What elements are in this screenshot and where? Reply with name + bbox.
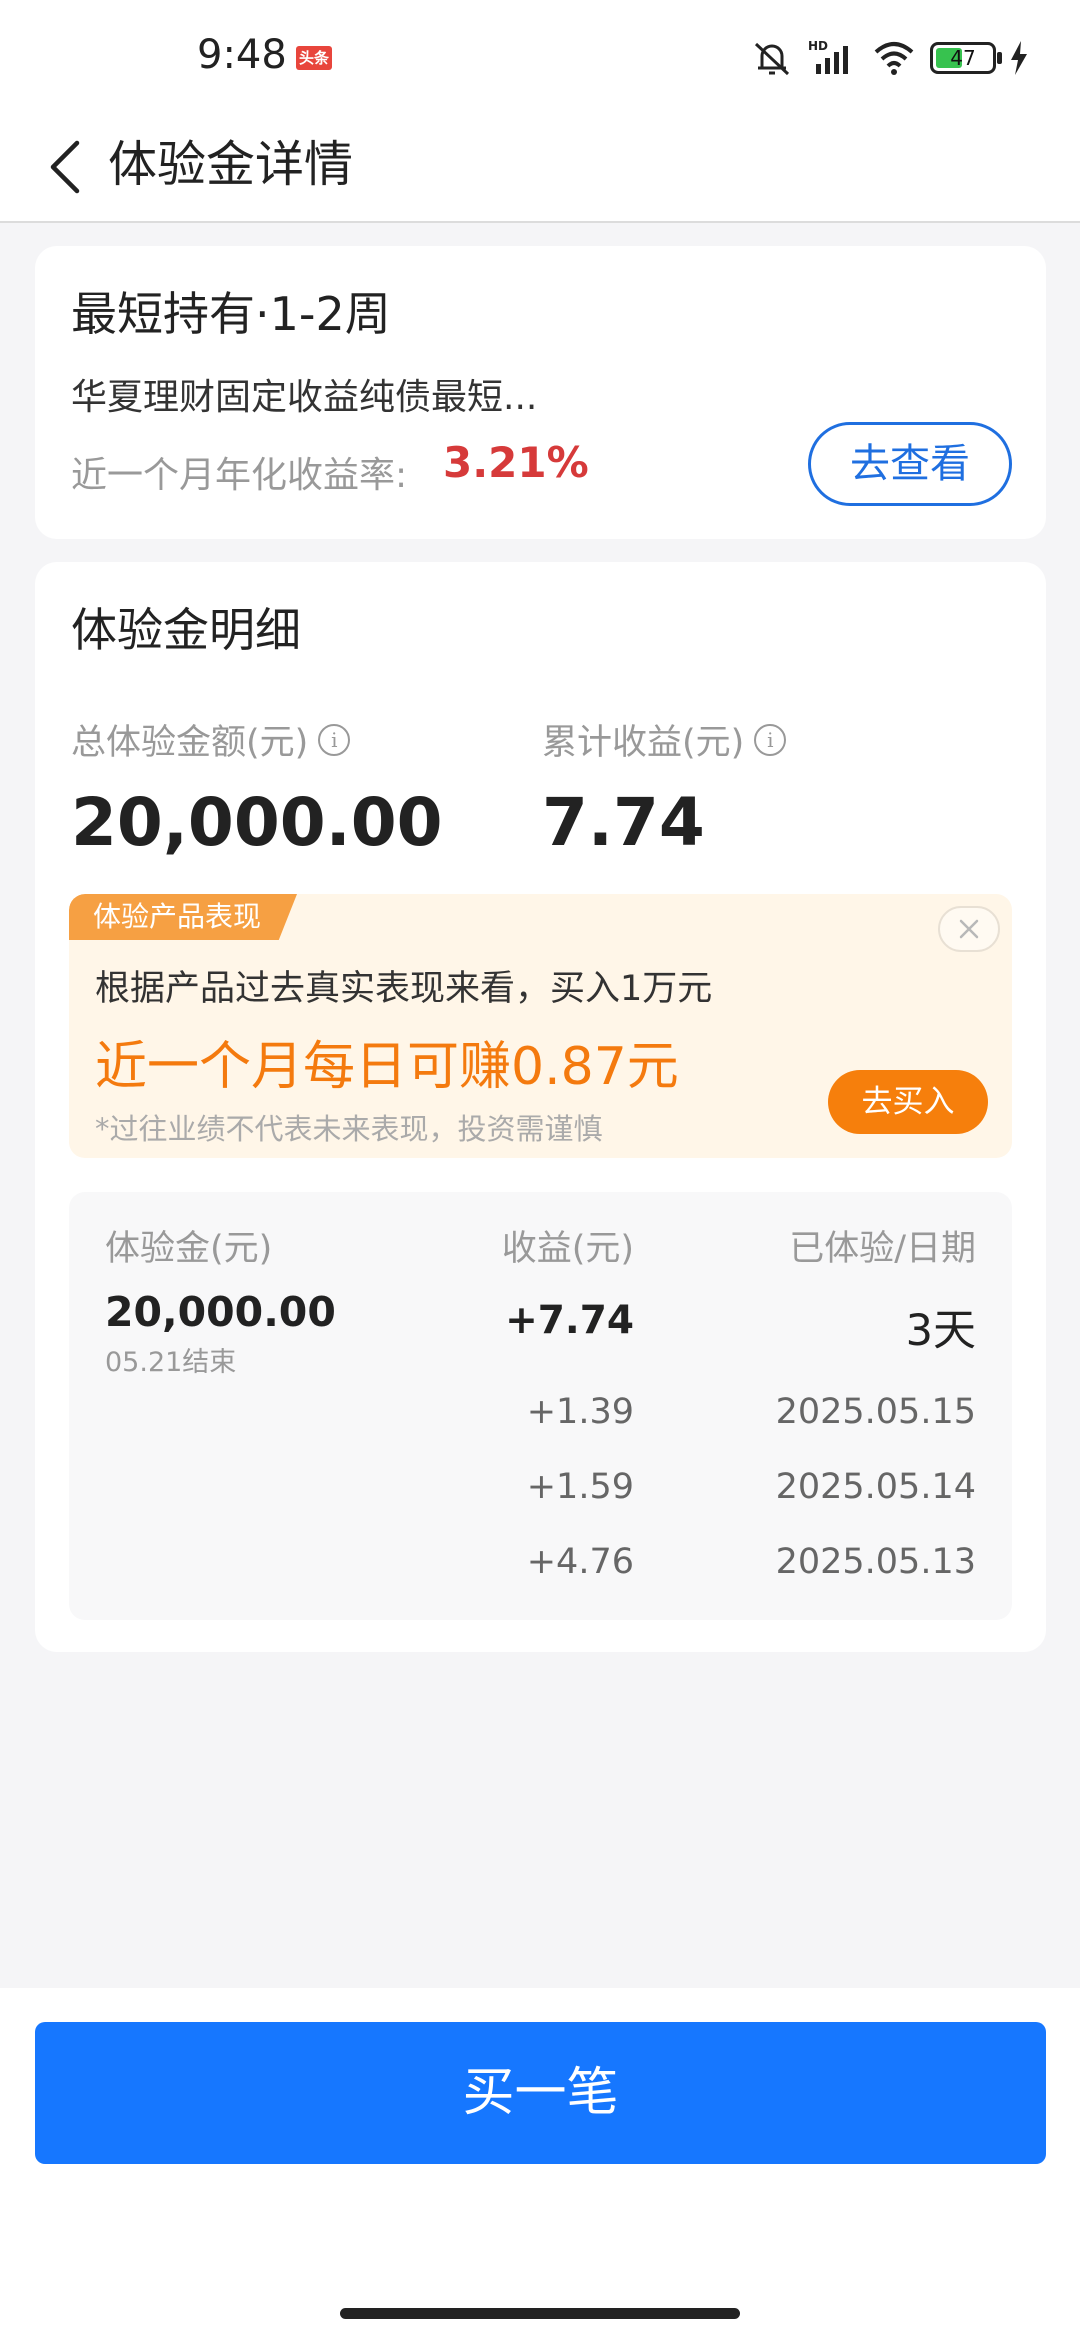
rate-value: 3.21%: [443, 438, 589, 487]
column-header-amount: 体验金(元): [105, 1229, 273, 1269]
back-button[interactable]: [30, 132, 100, 202]
total-amount-label-text: 总体验金额(元): [71, 723, 309, 763]
rate-label: 近一个月年化收益率:: [71, 455, 408, 496]
info-icon[interactable]: i: [318, 723, 351, 756]
detail-card: 体验金明细 总体验金额(元) i 20,000.00 累计收益(元) i 7.7…: [35, 562, 1046, 1652]
close-icon: [959, 919, 979, 939]
status-bar: 9:48 头条 HD 47: [0, 0, 1080, 115]
chevron-left-icon: [50, 140, 80, 194]
promo-banner: 体验产品表现 根据产品过去真实表现来看，买入1万元 近一个月每日可赚0.87元 …: [69, 894, 1012, 1158]
wifi-icon: [874, 42, 914, 75]
experience-amount: 20,000.00: [105, 1288, 336, 1336]
home-indicator[interactable]: [340, 2308, 740, 2319]
cumulative-income-value: 7.74: [542, 784, 705, 861]
detail-table: 体验金(元) 收益(元) 已体验/日期 20,000.00 05.21结束 +7…: [69, 1192, 1012, 1620]
promo-tag: 体验产品表现: [69, 894, 298, 940]
total-amount-value: 20,000.00: [71, 784, 443, 861]
table-row-income: +1.59: [526, 1467, 634, 1507]
go-buy-button[interactable]: 去买入: [828, 1070, 988, 1134]
table-row-date: 2025.05.13: [775, 1542, 976, 1582]
status-time: 9:48: [197, 32, 287, 78]
total-amount-label: 总体验金额(元) i: [71, 714, 351, 765]
cumulative-income-label-text: 累计收益(元): [542, 723, 745, 763]
info-icon[interactable]: i: [754, 723, 787, 756]
charging-icon: [1011, 41, 1027, 75]
nav-bar: 体验金详情: [0, 115, 1080, 223]
battery-level: 47: [950, 46, 976, 70]
toutiao-badge-icon: 头条: [296, 46, 332, 70]
cumulative-income-label: 累计收益(元) i: [542, 714, 787, 765]
product-title: 最短持有·1-2周: [71, 287, 391, 341]
battery-icon: 47: [930, 42, 1002, 74]
page-title: 体验金详情: [108, 136, 354, 193]
promo-highlight: 近一个月每日可赚0.87元: [95, 1037, 679, 1097]
buy-button[interactable]: 买一笔: [35, 2022, 1046, 2164]
svg-text:HD: HD: [808, 39, 828, 53]
product-name: 华夏理财固定收益纯债最短...: [71, 377, 538, 418]
end-date: 05.21结束: [105, 1347, 237, 1378]
close-button[interactable]: [938, 906, 1000, 952]
table-row-income: +1.39: [526, 1392, 634, 1432]
detail-title: 体验金明细: [71, 603, 301, 657]
signal-icon: HD: [808, 39, 848, 74]
view-product-button[interactable]: 去查看: [808, 422, 1012, 506]
days-experienced: 3天: [905, 1306, 976, 1356]
promo-description: 根据产品过去真实表现来看，买入1万元: [95, 969, 713, 1009]
table-row-income: +4.76: [526, 1542, 634, 1582]
table-row-date: 2025.05.14: [775, 1467, 976, 1507]
product-card: 最短持有·1-2周 华夏理财固定收益纯债最短... 近一个月年化收益率: 3.2…: [35, 246, 1046, 539]
column-header-date: 已体验/日期: [789, 1229, 976, 1269]
column-header-income: 收益(元): [501, 1229, 634, 1269]
total-income: +7.74: [505, 1298, 634, 1343]
status-icons: HD 47: [750, 38, 1028, 78]
mute-icon: [754, 42, 790, 76]
table-row-date: 2025.05.15: [775, 1392, 976, 1432]
promo-disclaimer: *过往业绩不代表未来表现，投资需谨慎: [95, 1112, 603, 1146]
